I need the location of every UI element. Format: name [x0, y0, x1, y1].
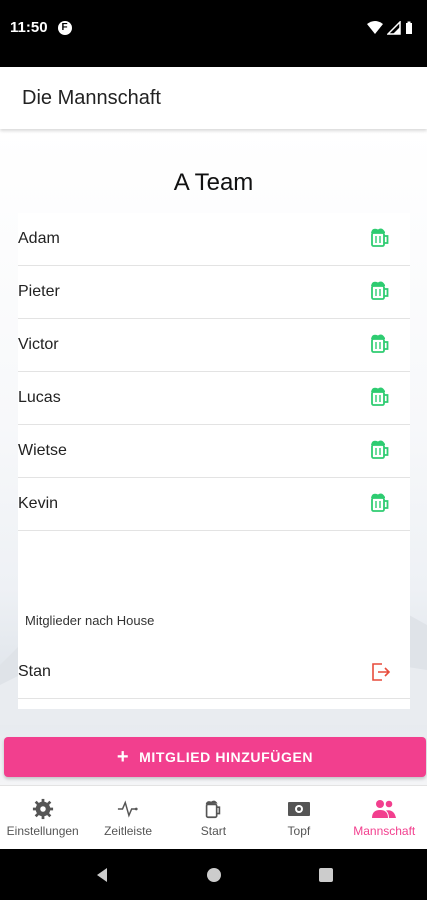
nav-label: Topf [287, 823, 311, 838]
battery-icon [406, 21, 412, 34]
plus-icon: + [116, 746, 130, 768]
nav-label: Zeitleiste [104, 823, 153, 838]
beer-mug-icon[interactable] [368, 225, 392, 254]
back-icon[interactable] [94, 867, 110, 883]
pulse-icon [117, 799, 138, 818]
beer-mug-icon[interactable] [368, 384, 392, 413]
nav-item-mannschaft[interactable]: Mannschaft [342, 798, 426, 838]
signal-icon [387, 20, 401, 35]
content-area[interactable]: A Team Adam Pieter Victor Lucas Wietse Kevin … [0, 129, 427, 785]
team-title: A Team [173, 169, 254, 196]
add-member-label: MITGLIED HINZUFÜGEN [139, 749, 314, 765]
add-member-button[interactable]: + MITGLIED HINZUFÜGEN [4, 737, 426, 777]
beer-mug-icon[interactable] [368, 490, 392, 519]
nav-item-start[interactable]: Start [171, 798, 255, 838]
member-name: Stan [18, 663, 51, 680]
status-icons [367, 20, 413, 35]
list-item[interactable]: Victor [18, 319, 410, 372]
logout-icon[interactable] [368, 660, 392, 684]
member-name: Lucas [18, 389, 61, 406]
system-navigation-bar [0, 849, 427, 900]
member-name: Adam [18, 230, 60, 247]
page-title: Die Mannschaft [22, 86, 161, 109]
wifi-icon [367, 20, 383, 34]
nav-item-topf[interactable]: Topf [257, 798, 341, 838]
gear-icon [32, 798, 53, 819]
list-item[interactable]: Kevin [18, 478, 410, 531]
people-icon [372, 799, 397, 818]
list-item[interactable]: Stan [18, 646, 410, 699]
status-time: 11:50 [10, 19, 48, 36]
beer-mug-icon[interactable] [368, 278, 392, 307]
list-item[interactable]: Pieter [18, 266, 410, 319]
member-name: Kevin [18, 495, 59, 512]
money-icon [287, 801, 310, 816]
nav-item-zeitleiste[interactable]: Zeitleiste [86, 798, 170, 838]
nav-label: Mannschaft [353, 823, 416, 838]
app-bar: Die Mannschaft [0, 67, 427, 129]
home-section-label: Mitglieder nach House [25, 613, 155, 628]
member-name: Victor [18, 336, 59, 353]
bottom-navigation: Einstellungen Zeitleiste Start Topf Mann… [0, 785, 427, 849]
beer-mug-icon [206, 800, 221, 818]
list-item[interactable]: Adam [18, 213, 410, 266]
member-name: Wietse [18, 442, 67, 459]
beer-mug-icon[interactable] [368, 331, 392, 360]
nav-item-einstellungen[interactable]: Einstellungen [1, 798, 85, 838]
nav-label: Einstellungen [6, 823, 79, 838]
status-bar: 11:50 F [0, 0, 427, 67]
nav-label: Start [200, 823, 227, 838]
member-list-card: Adam Pieter Victor Lucas Wietse Kevin Mitglie… [18, 213, 410, 709]
list-item[interactable]: Wietse [18, 425, 410, 478]
notification-icon: F [57, 20, 72, 35]
beer-mug-icon[interactable] [368, 437, 392, 466]
home-icon[interactable] [206, 867, 222, 883]
list-item[interactable]: Lucas [18, 372, 410, 425]
recents-icon[interactable] [318, 867, 334, 883]
member-name: Pieter [18, 283, 60, 300]
